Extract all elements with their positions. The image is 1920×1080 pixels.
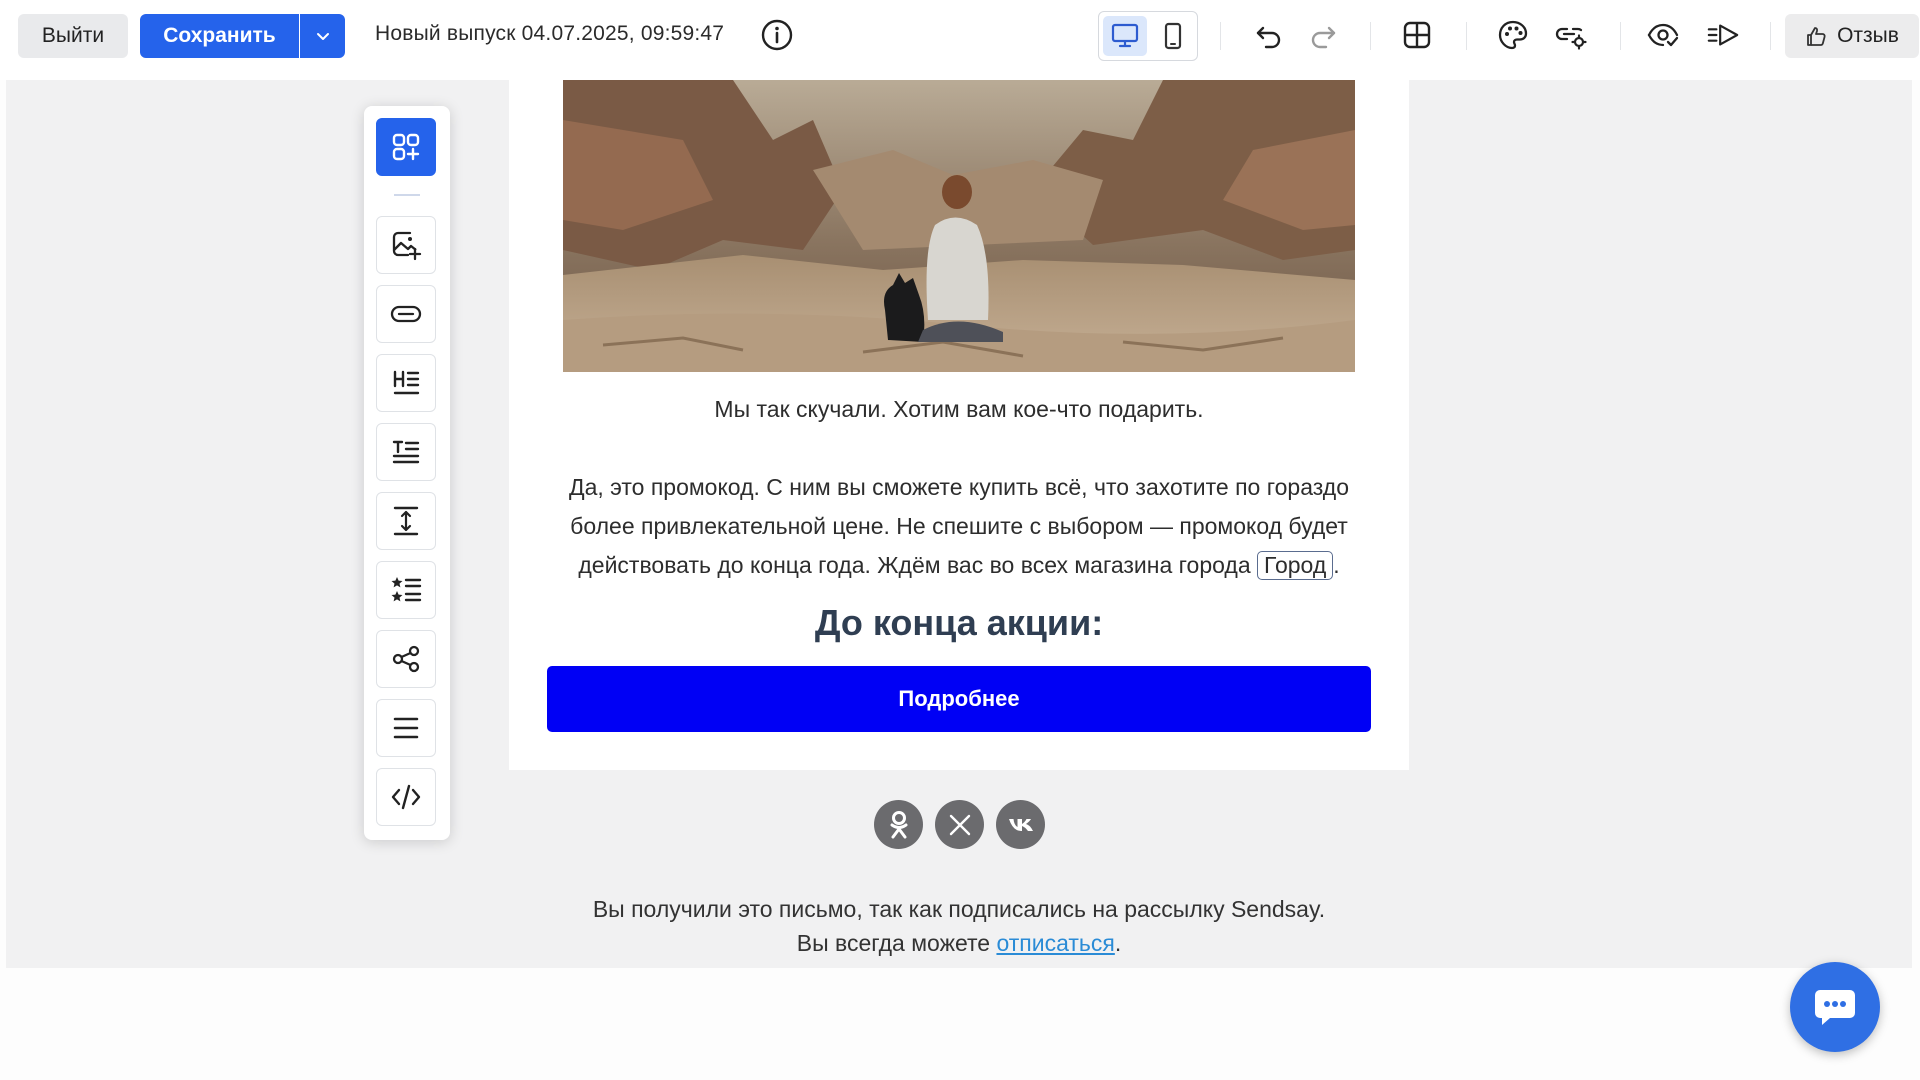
heading-icon bbox=[393, 370, 420, 395]
blocks-panel bbox=[364, 106, 450, 840]
cta-button[interactable]: Подробнее bbox=[547, 666, 1371, 732]
undo-button[interactable] bbox=[1252, 18, 1286, 52]
save-button[interactable]: Сохранить bbox=[140, 14, 299, 58]
layout-grid-button[interactable] bbox=[1400, 18, 1434, 52]
theme-button[interactable] bbox=[1496, 18, 1530, 52]
save-dropdown-button[interactable] bbox=[300, 14, 345, 58]
list-icon bbox=[391, 577, 422, 602]
add-block-button[interactable] bbox=[376, 118, 436, 176]
timer-heading[interactable]: До конца акции: bbox=[509, 602, 1409, 644]
text-block[interactable] bbox=[376, 423, 436, 481]
redo-button[interactable] bbox=[1306, 18, 1340, 52]
preview-button[interactable] bbox=[1646, 18, 1680, 52]
heading-block[interactable] bbox=[376, 354, 436, 412]
layout-grid-icon bbox=[1403, 21, 1431, 49]
footer-line-2-suffix: . bbox=[1114, 930, 1122, 956]
x-icon bbox=[949, 814, 970, 835]
vk-link[interactable] bbox=[996, 800, 1045, 849]
list-block[interactable] bbox=[376, 561, 436, 619]
odnoklassniki-link[interactable] bbox=[874, 800, 923, 849]
redo-icon bbox=[1311, 26, 1336, 49]
mobile-icon bbox=[1164, 22, 1182, 50]
chevron-down-icon bbox=[316, 33, 329, 40]
spacer-icon bbox=[393, 506, 419, 536]
image-icon bbox=[392, 231, 422, 261]
send-test-button[interactable] bbox=[1706, 18, 1740, 52]
email-body[interactable]: Мы так скучали. Хотим вам кое-что подари… bbox=[509, 80, 1409, 770]
thumbs-up-icon bbox=[1807, 27, 1826, 46]
footer-line-2-prefix: Вы всегда можете bbox=[796, 930, 997, 956]
desktop-icon bbox=[1111, 23, 1139, 48]
panel-divider bbox=[394, 194, 420, 196]
menu-icon bbox=[393, 717, 419, 739]
preview-icon bbox=[1647, 23, 1679, 47]
city-merge-tag[interactable]: Город bbox=[1257, 551, 1334, 580]
add-block-icon bbox=[392, 133, 420, 161]
toolbar-separator bbox=[1466, 22, 1467, 50]
share-icon bbox=[392, 645, 420, 673]
button-icon bbox=[390, 305, 422, 323]
main-text-end: . bbox=[1333, 552, 1340, 578]
chat-icon bbox=[1815, 990, 1855, 1025]
footer-line-1: Вы получили это письмо, так как подписал… bbox=[592, 896, 1326, 922]
odnoklassniki-icon bbox=[890, 810, 907, 838]
issue-title: Новый выпуск 04.07.2025, 09:59:47 bbox=[375, 22, 725, 45]
code-icon bbox=[391, 784, 421, 810]
info-icon[interactable] bbox=[760, 18, 794, 52]
canyon-photo bbox=[563, 80, 1355, 372]
x-link[interactable] bbox=[935, 800, 984, 849]
feedback-label: Отзыв bbox=[1837, 24, 1899, 47]
toolbar-separator bbox=[1220, 22, 1221, 50]
send-test-icon bbox=[1707, 24, 1739, 46]
social-block[interactable] bbox=[376, 630, 436, 688]
main-text[interactable]: Да, это промокод. С ним вы сможете купит… bbox=[545, 468, 1373, 585]
palette-icon bbox=[1498, 20, 1528, 50]
mobile-view-toggle[interactable] bbox=[1151, 16, 1195, 56]
editor-canvas: Мы так скучали. Хотим вам кое-что подари… bbox=[6, 80, 1912, 968]
main-text-body: Да, это промокод. С ним вы сможете купит… bbox=[569, 474, 1349, 578]
image-block[interactable] bbox=[376, 216, 436, 274]
link-settings-icon bbox=[1555, 27, 1587, 50]
toolbar-separator bbox=[1770, 22, 1771, 50]
toolbar-separator bbox=[1370, 22, 1371, 50]
exit-button[interactable]: Выйти bbox=[18, 14, 128, 58]
footer-line-2: Вы всегда можете отписаться. bbox=[6, 926, 1912, 960]
support-chat-button[interactable] bbox=[1790, 962, 1880, 1052]
button-block[interactable] bbox=[376, 285, 436, 343]
footer-text: Вы получили это письмо, так как подписал… bbox=[6, 892, 1912, 960]
link-settings-button[interactable] bbox=[1554, 18, 1588, 52]
caption-text[interactable]: Мы так скучали. Хотим вам кое-что подари… bbox=[509, 396, 1409, 423]
hero-image[interactable] bbox=[563, 80, 1355, 372]
toolbar-separator bbox=[1620, 22, 1621, 50]
unsubscribe-link[interactable]: отписаться bbox=[996, 930, 1114, 956]
device-switcher bbox=[1098, 11, 1198, 61]
text-icon bbox=[392, 440, 420, 464]
social-links bbox=[874, 800, 1045, 849]
desktop-view-toggle[interactable] bbox=[1103, 16, 1147, 56]
html-block[interactable] bbox=[376, 768, 436, 826]
menu-block[interactable] bbox=[376, 699, 436, 757]
undo-icon bbox=[1256, 26, 1281, 49]
top-toolbar: Выйти Сохранить Новый выпуск 04.07.2025,… bbox=[0, 0, 1920, 80]
spacer-block[interactable] bbox=[376, 492, 436, 550]
vk-icon bbox=[1008, 818, 1033, 831]
feedback-button[interactable]: Отзыв bbox=[1785, 14, 1919, 58]
